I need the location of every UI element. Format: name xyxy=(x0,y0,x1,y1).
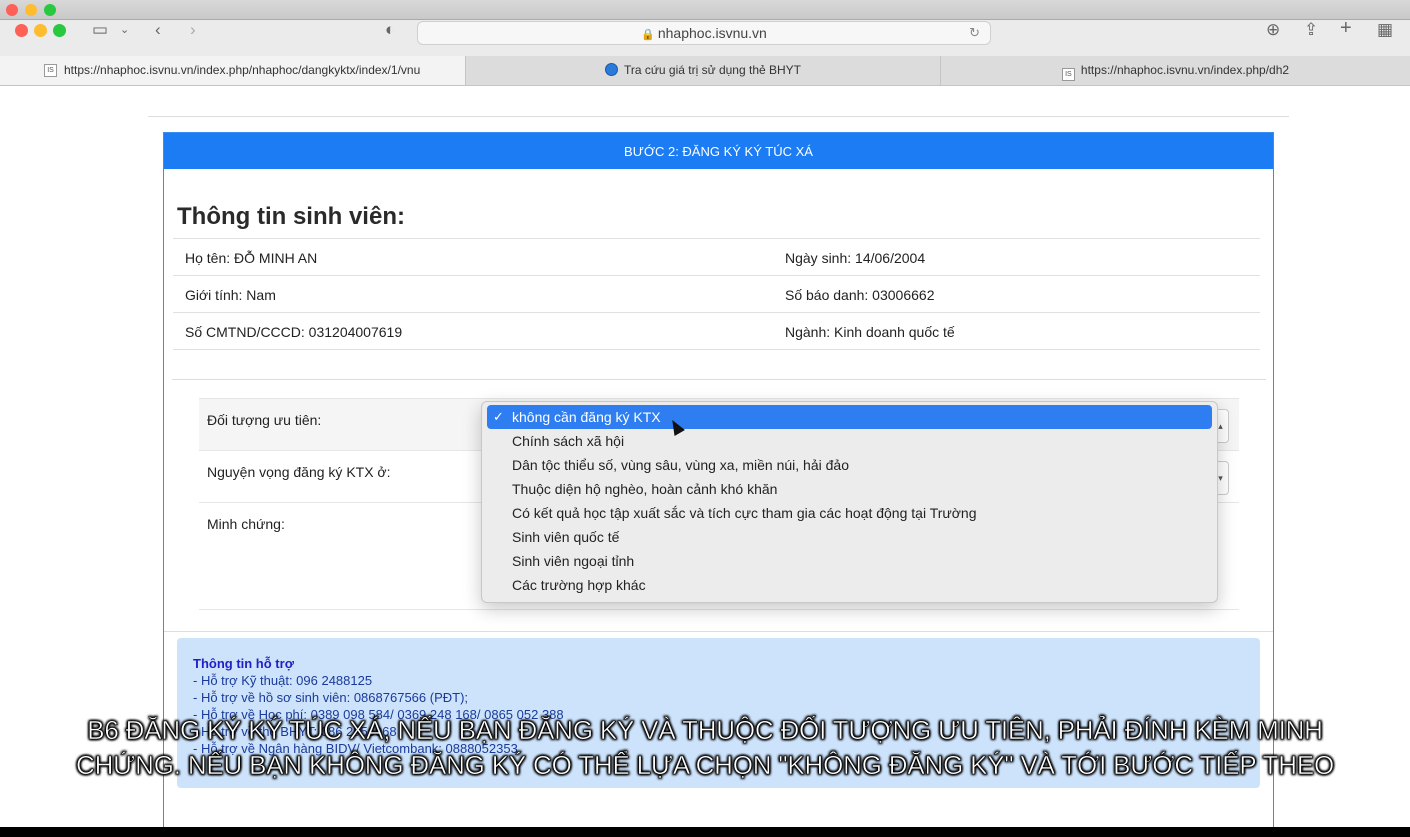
dropdown-option[interactable]: Sinh viên ngoại tỉnh xyxy=(487,549,1212,573)
dropdown-option[interactable]: Dân tộc thiểu số, vùng sâu, vùng xa, miề… xyxy=(487,453,1212,477)
address-bar[interactable]: 🔒 nhaphoc.isvnu.vn ↻ xyxy=(417,21,991,45)
letterbox-bar xyxy=(0,827,1410,837)
dropdown-option[interactable]: Chính sách xã hội xyxy=(487,429,1212,453)
back-arrow-icon[interactable]: ‹ xyxy=(155,20,161,40)
birth-date: Ngày sinh: 14/06/2004 xyxy=(785,250,926,266)
dropdown-option[interactable]: Các trường hợp khác xyxy=(487,573,1212,597)
candidate-number: Số báo danh: 03006662 xyxy=(785,287,935,303)
table-row: Số CMTND/CCCD: 031204007619 Ngành: Kinh … xyxy=(173,313,1260,350)
download-icon[interactable]: ⊕ xyxy=(1266,20,1280,40)
dropdown-option[interactable]: Sinh viên quốc tế xyxy=(487,525,1212,549)
lock-icon: 🔒 xyxy=(641,29,655,41)
tab-dh2[interactable]: IS https://nhaphoc.isvnu.vn/index.php/dh2 xyxy=(940,56,1410,85)
table-row: Họ tên: ĐỖ MINH AN Ngày sinh: 14/06/2004 xyxy=(173,239,1260,276)
divider xyxy=(148,116,1289,117)
tab-overview-icon[interactable]: ▦ xyxy=(1377,20,1393,40)
support-line: - Hỗ trợ Kỹ thuật: 096 2488125 xyxy=(193,673,373,688)
tab-label: Tra cứu giá trị sử dụng thẻ BHYT xyxy=(623,63,802,77)
isvnu-favicon-icon: IS xyxy=(1061,68,1075,81)
video-caption: B6 ĐĂNG KÝ KÝ TÚC XÁ, NẾU BẠN ĐĂNG KÝ VÀ… xyxy=(0,713,1410,783)
checkmark-icon: ✓ xyxy=(493,409,504,424)
full-name: Họ tên: ĐỖ MINH AN xyxy=(185,250,318,266)
new-tab-icon[interactable]: + xyxy=(1340,18,1352,38)
close-tab-dot-icon[interactable] xyxy=(15,24,28,37)
divider xyxy=(172,379,1266,380)
isvnu-favicon-icon: IS xyxy=(44,64,57,77)
globe-icon xyxy=(604,63,618,76)
dropdown-option[interactable]: Có kết quả học tập xuất sắc và tích cực … xyxy=(487,501,1212,525)
table-row: Giới tính: Nam Số báo danh: 03006662 xyxy=(173,276,1260,313)
student-info-table: Họ tên: ĐỖ MINH AN Ngày sinh: 14/06/2004… xyxy=(173,238,1260,350)
dropdown-option[interactable]: Thuộc diện hộ nghèo, hoàn cảnh khó khăn xyxy=(487,477,1212,501)
tab-bhyt[interactable]: Tra cứu giá trị sử dụng thẻ BHYT xyxy=(466,56,940,85)
zoom-window-icon[interactable] xyxy=(44,4,56,16)
dropdown-option[interactable]: ✓ không cần đăng ký KTX xyxy=(487,405,1212,429)
shield-icon[interactable]: ◐ xyxy=(385,20,395,40)
chevron-down-icon[interactable]: ⌄ xyxy=(120,20,129,40)
priority-label: Đối tượng ưu tiên: xyxy=(207,412,322,428)
priority-dropdown-menu[interactable]: ✓ không cần đăng ký KTX Chính sách xã hội… xyxy=(481,401,1218,603)
reload-icon[interactable]: ↻ xyxy=(969,22,980,44)
zoom-tab-dot-icon[interactable] xyxy=(53,24,66,37)
tab-dangkyktx[interactable]: IS https://nhaphoc.isvnu.vn/index.php/nh… xyxy=(0,56,466,85)
tab-label: https://nhaphoc.isvnu.vn/index.php/nhaph… xyxy=(64,63,421,77)
sidebar-toggle-icon[interactable]: ▭ xyxy=(92,20,108,40)
tab-bar: IS https://nhaphoc.isvnu.vn/index.php/nh… xyxy=(0,56,1410,86)
caption-line: B6 ĐĂNG KÝ KÝ TÚC XÁ, NẾU BẠN ĐĂNG KÝ VÀ… xyxy=(87,715,1323,746)
support-title: Thông tin hỗ trợ xyxy=(193,656,294,671)
share-icon[interactable]: ⇪ xyxy=(1304,20,1318,40)
tab-label: https://nhaphoc.isvnu.vn/index.php/dh2 xyxy=(1080,63,1290,77)
minimize-tab-dot-icon[interactable] xyxy=(34,24,47,37)
divider xyxy=(164,631,1273,632)
support-line: - Hỗ trợ về hồ sơ sinh viên: 0868767566 … xyxy=(193,690,469,705)
card-header: BƯỚC 2: ĐĂNG KÝ KÝ TÚC XÁ xyxy=(164,133,1273,169)
url-text: nhaphoc.isvnu.vn xyxy=(657,25,767,41)
section-title: Thông tin sinh viên: xyxy=(177,203,405,230)
minimize-window-icon[interactable] xyxy=(25,4,37,16)
gender: Giới tính: Nam xyxy=(185,287,276,303)
evidence-label: Minh chứng: xyxy=(207,516,285,532)
id-number: Số CMTND/CCCD: 031204007619 xyxy=(185,324,403,340)
wish-label: Nguyện vọng đăng ký KTX ở: xyxy=(207,464,391,480)
forward-arrow-icon[interactable]: › xyxy=(190,20,196,40)
window-titlebar xyxy=(0,0,1410,20)
caption-line: CHỨNG. NẾU BẠN KHÔNG ĐĂNG KÝ CÓ THỂ LỰA … xyxy=(76,750,1335,781)
major: Ngành: Kinh doanh quốc tế xyxy=(785,324,955,340)
close-window-icon[interactable] xyxy=(6,4,18,16)
browser-toolbar: ▭ ⌄ ‹ › ◐ 🔒 nhaphoc.isvnu.vn ↻ ⊕ ⇪ + ▦ xyxy=(0,18,1410,56)
